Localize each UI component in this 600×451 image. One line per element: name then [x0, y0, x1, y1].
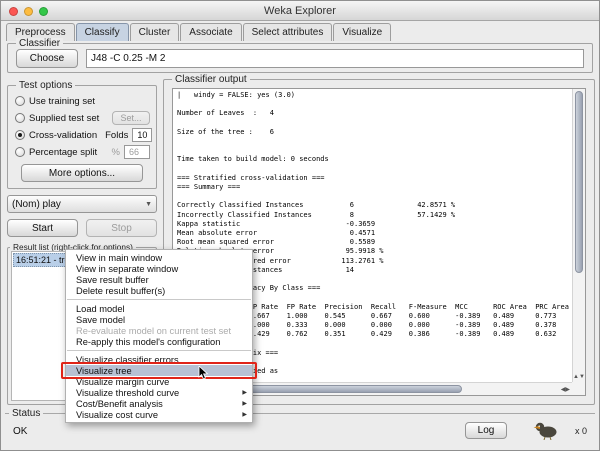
menu-item-label: Delete result buffer(s)	[76, 286, 165, 296]
test-options-group-label: Test options	[16, 80, 75, 91]
menu-item-label: Visualize cost curve	[76, 410, 158, 420]
folds-input[interactable]: 10	[132, 128, 152, 142]
menu-item-reevaluate-model[interactable]: Re-evaluate model on current test set	[66, 325, 252, 336]
window-controls	[9, 7, 48, 16]
percent-input[interactable]: 66	[124, 145, 150, 159]
tab-bar: Preprocess Classify Cluster Associate Se…	[6, 22, 594, 41]
classifier-group: Classifier Choose J48 -C 0.25 -M 2	[7, 43, 593, 73]
option-supplied-test-set: Supplied test set Set...	[15, 111, 150, 125]
menu-item-label: Save model	[76, 315, 125, 325]
combo-arrow-icon: ▼	[145, 201, 152, 208]
menu-item-label: Load model	[76, 304, 125, 314]
set-test-set-button[interactable]: Set...	[112, 111, 150, 125]
menu-item-label: View in separate window	[76, 264, 178, 274]
class-attribute-value: (Nom) play	[12, 199, 61, 210]
minimize-window-icon[interactable]	[24, 7, 33, 16]
use-training-set-radio[interactable]	[15, 96, 25, 106]
menu-item-visualize-classifier-errors[interactable]: Visualize classifier errors	[66, 354, 252, 365]
weka-explorer-window: Weka Explorer Preprocess Classify Cluste…	[0, 0, 600, 451]
class-attribute-combo[interactable]: (Nom) play ▼	[7, 195, 157, 213]
close-window-icon[interactable]	[9, 7, 18, 16]
menu-item-save-model[interactable]: Save model	[66, 314, 252, 325]
menu-item-save-result-buffer[interactable]: Save result buffer	[66, 274, 252, 285]
menu-item-label: Save result buffer	[76, 275, 149, 285]
menu-item-cost-benefit-analysis[interactable]: Cost/Benefit analysis ▶	[66, 398, 252, 409]
scroll-up-down-icon[interactable]: ▲▼	[573, 374, 585, 381]
tab-classify[interactable]: Classify	[76, 23, 129, 41]
weka-bird-icon	[533, 420, 559, 440]
menu-separator	[67, 299, 251, 300]
scroll-left-right-icon[interactable]: ◀▶	[561, 386, 570, 393]
supplied-test-set-label: Supplied test set	[29, 113, 99, 124]
percentage-split-label: Percentage split	[29, 147, 97, 158]
classifier-scheme-field[interactable]: J48 -C 0.25 -M 2	[86, 49, 584, 68]
title-bar: Weka Explorer	[1, 1, 599, 21]
menu-item-label: Re-evaluate model on current test set	[76, 326, 231, 336]
window-title: Weka Explorer	[264, 5, 336, 17]
cross-validation-radio[interactable]	[15, 130, 25, 140]
menu-item-visualize-tree[interactable]: Visualize tree	[66, 365, 252, 376]
vertical-scrollbar-thumb[interactable]	[575, 91, 583, 273]
submenu-arrow-icon: ▶	[242, 411, 247, 418]
menu-item-delete-result-buffer[interactable]: Delete result buffer(s)	[66, 285, 252, 296]
stop-button[interactable]: Stop	[86, 219, 157, 237]
weka-run-counter: x 0	[575, 426, 587, 436]
menu-item-label: Cost/Benefit analysis	[76, 399, 163, 409]
option-cross-validation: Cross-validation Folds 10	[15, 128, 150, 142]
submenu-arrow-icon: ▶	[242, 400, 247, 407]
choose-button[interactable]: Choose	[16, 49, 78, 68]
menu-item-label: Visualize margin curve	[76, 377, 169, 387]
classifier-group-label: Classifier	[16, 38, 63, 49]
mouse-cursor-icon	[198, 366, 209, 380]
menu-separator	[67, 350, 251, 351]
context-menu: View in main window View in separate win…	[65, 249, 253, 423]
menu-item-view-in-separate-window[interactable]: View in separate window	[66, 263, 252, 274]
option-use-training-set: Use training set	[15, 94, 150, 108]
menu-item-label: Visualize classifier errors	[76, 355, 179, 365]
start-button[interactable]: Start	[7, 219, 78, 237]
menu-item-visualize-cost-curve[interactable]: Visualize cost curve ▶	[66, 409, 252, 420]
tab-visualize[interactable]: Visualize	[333, 23, 391, 41]
test-options-group: Test options Use training set Supplied t…	[7, 85, 157, 189]
submenu-arrow-icon: ▶	[242, 389, 247, 396]
menu-item-visualize-margin-curve[interactable]: Visualize margin curve	[66, 376, 252, 387]
classifier-output-group-label: Classifier output	[172, 74, 250, 85]
scrollbar-corner	[572, 382, 585, 395]
percentage-split-radio[interactable]	[15, 147, 25, 157]
more-options-button[interactable]: More options...	[21, 164, 143, 182]
menu-item-label: Visualize threshold curve	[76, 388, 179, 398]
zoom-window-icon[interactable]	[39, 7, 48, 16]
percent-label: %	[112, 147, 120, 158]
tab-select-attributes[interactable]: Select attributes	[243, 23, 333, 41]
status-label: Status	[9, 408, 43, 419]
option-percentage-split: Percentage split % 66	[15, 145, 150, 159]
menu-item-load-model[interactable]: Load model	[66, 303, 252, 314]
vertical-scrollbar[interactable]: ▲▼	[572, 89, 585, 382]
log-button[interactable]: Log	[465, 422, 507, 439]
supplied-test-set-radio[interactable]	[15, 113, 25, 123]
menu-item-label: Re-apply this model's configuration	[76, 337, 220, 347]
menu-item-view-in-main-window[interactable]: View in main window	[66, 252, 252, 263]
menu-item-visualize-threshold-curve[interactable]: Visualize threshold curve ▶	[66, 387, 252, 398]
status-value: OK	[13, 426, 27, 437]
folds-label: Folds	[105, 130, 128, 141]
menu-item-label: View in main window	[76, 253, 162, 263]
tab-associate[interactable]: Associate	[180, 23, 241, 41]
menu-item-reapply-configuration[interactable]: Re-apply this model's configuration	[66, 336, 252, 347]
tab-cluster[interactable]: Cluster	[130, 23, 180, 41]
cross-validation-label: Cross-validation	[29, 130, 97, 141]
menu-item-label: Visualize tree	[76, 366, 132, 376]
use-training-set-label: Use training set	[29, 96, 95, 107]
